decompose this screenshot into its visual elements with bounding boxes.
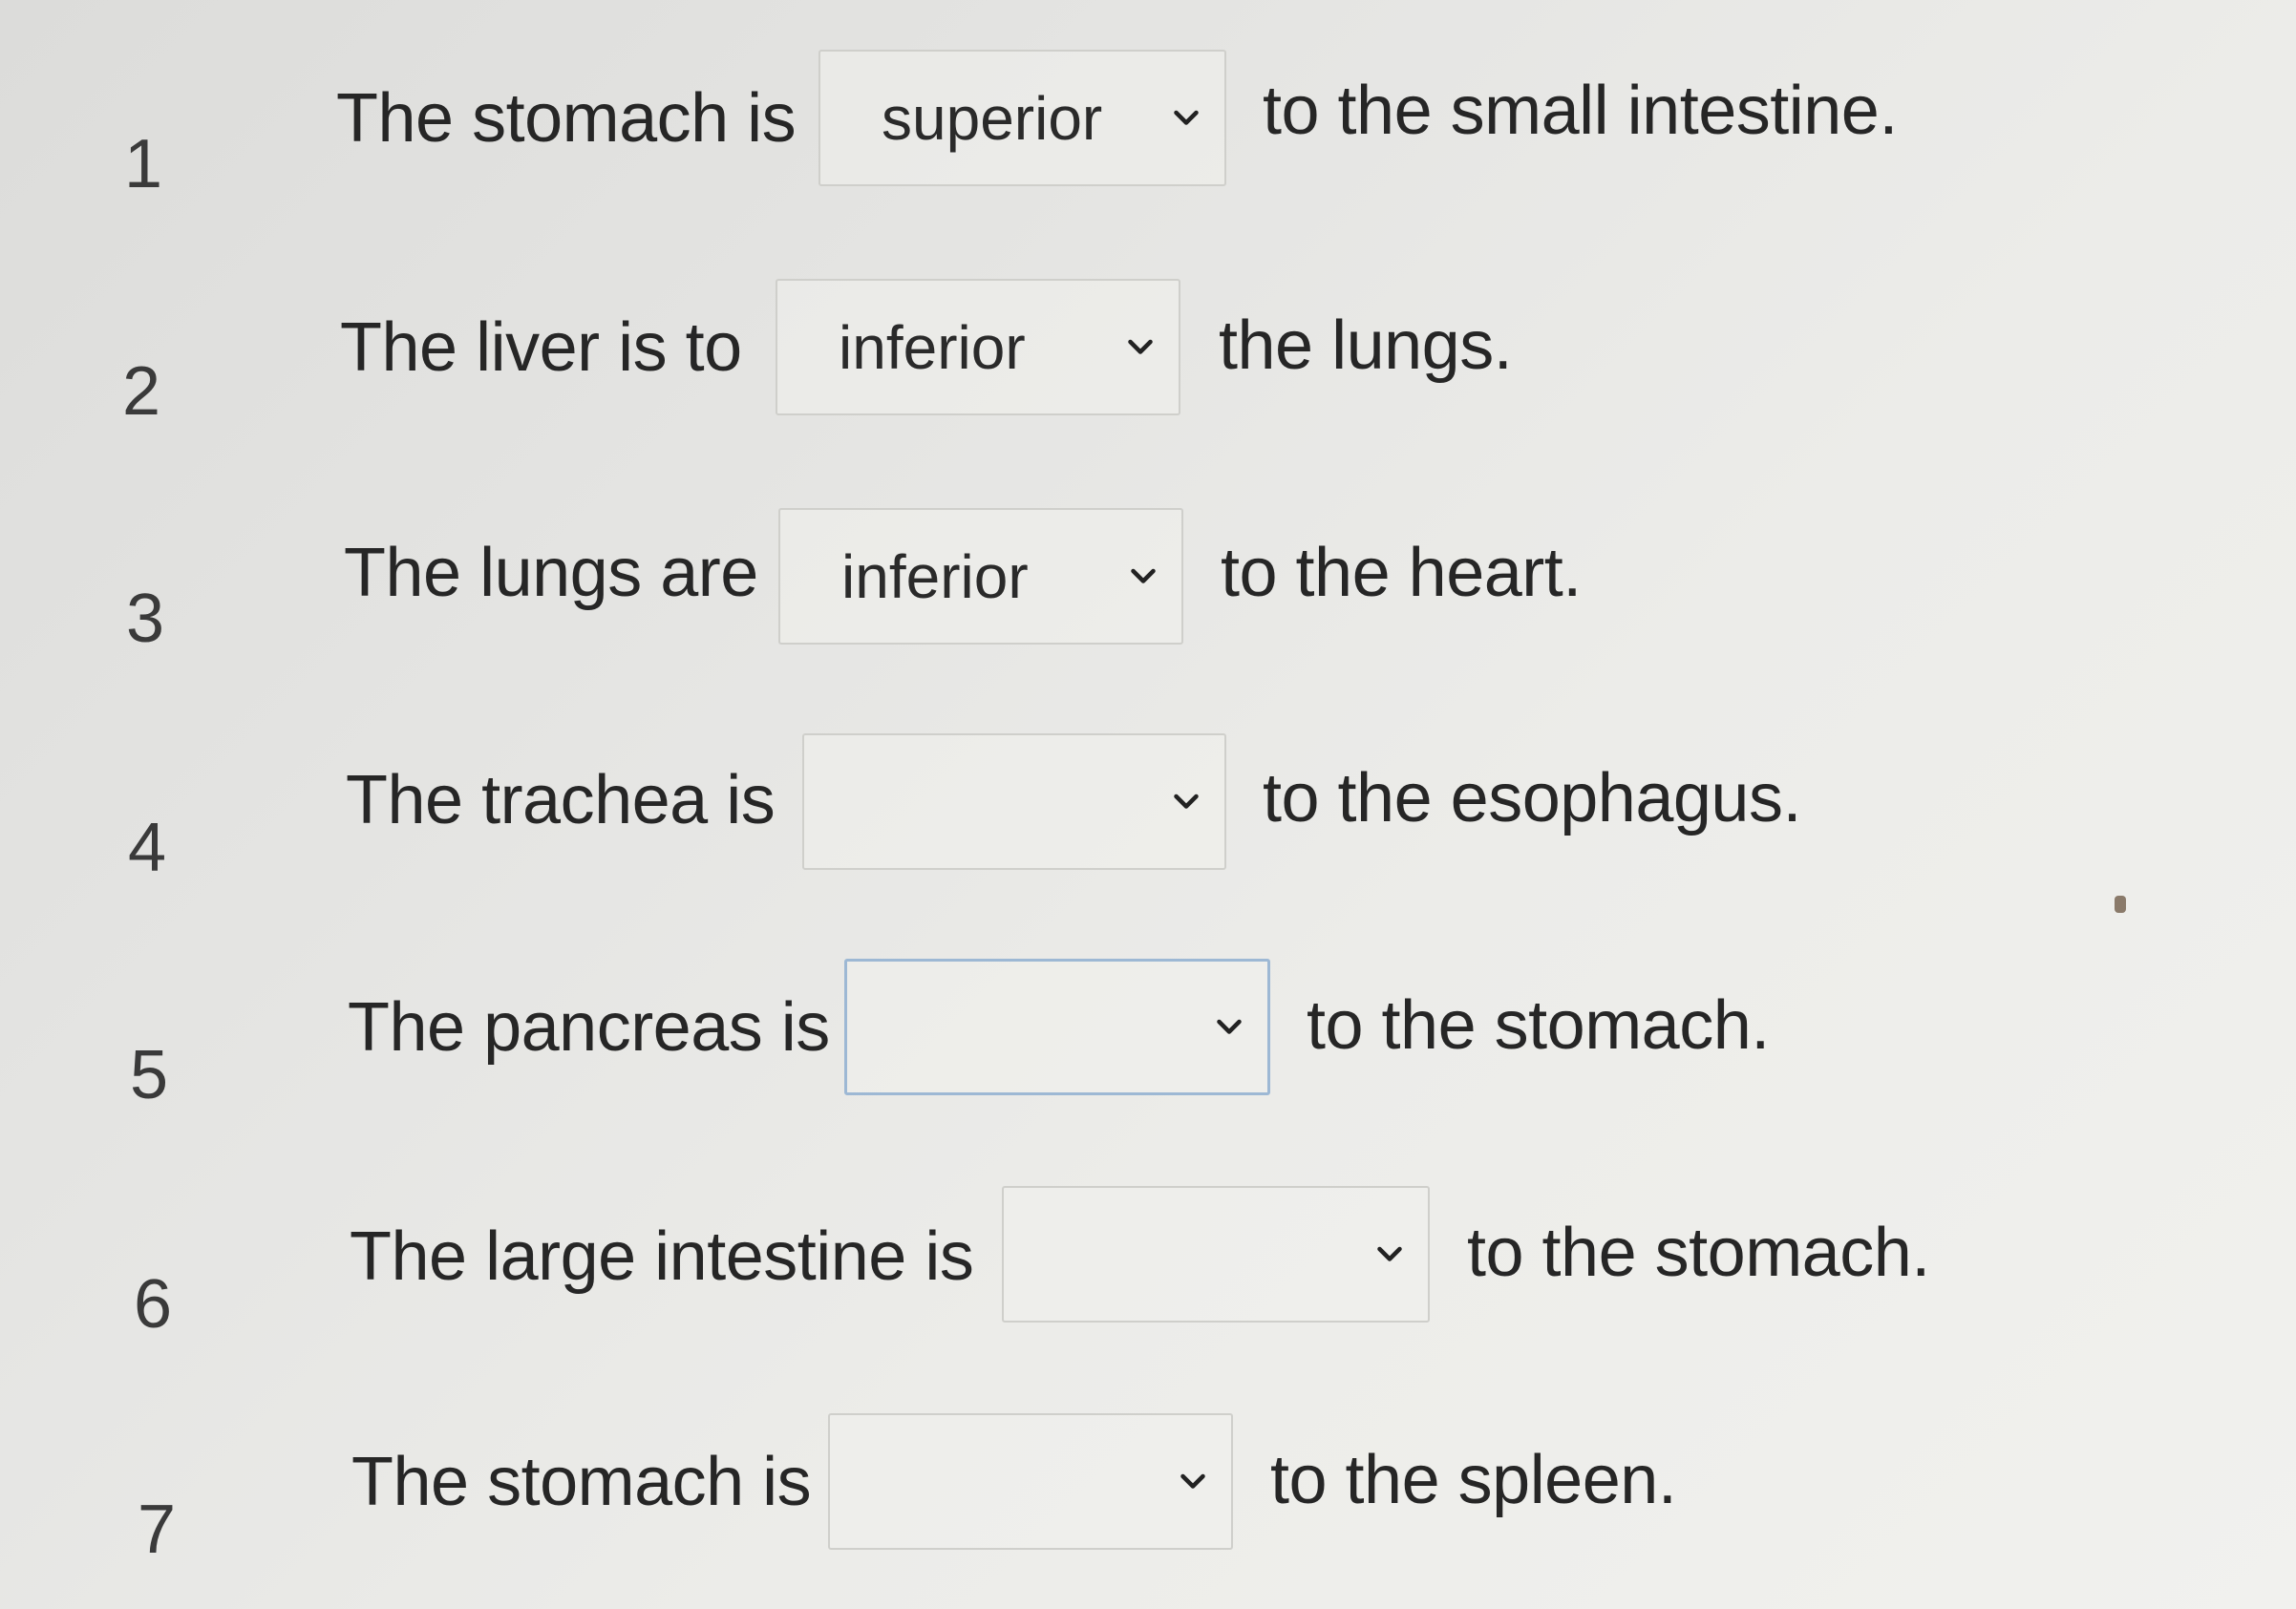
chevron-down-icon <box>1174 794 1199 809</box>
dropdown-value: inferior <box>841 541 1029 611</box>
question-prefix: The liver is to <box>340 309 742 386</box>
answer-dropdown-7[interactable] <box>828 1413 1233 1550</box>
question-suffix: to the stomach. <box>1307 987 1770 1064</box>
question-number: 3 <box>126 581 165 657</box>
question-suffix: to the heart. <box>1221 535 1582 611</box>
dropdown-value: inferior <box>839 312 1026 382</box>
question-prefix: The large intestine is <box>350 1218 974 1295</box>
question-suffix: to the esophagus. <box>1263 760 1801 836</box>
question-prefix: The lungs are <box>344 535 758 611</box>
question-number: 5 <box>130 1037 169 1113</box>
question-row-7: 7 The stomach is to the spleen. <box>0 0 2296 1564</box>
chevron-down-icon <box>1217 1019 1242 1034</box>
question-suffix: to the spleen. <box>1270 1442 1677 1518</box>
screen-speck <box>2115 896 2126 913</box>
question-prefix: The trachea is <box>346 762 776 838</box>
question-suffix: the lungs. <box>1219 307 1513 384</box>
answer-dropdown-2[interactable]: inferior <box>776 279 1180 415</box>
answer-dropdown-5[interactable] <box>844 959 1270 1095</box>
question-number: 6 <box>134 1266 173 1343</box>
question-number: 4 <box>128 810 167 886</box>
chevron-down-icon <box>1377 1246 1402 1261</box>
chevron-down-icon <box>1128 339 1153 354</box>
question-number: 2 <box>122 353 161 430</box>
question-number: 7 <box>138 1492 177 1568</box>
chevron-down-icon <box>1131 568 1156 583</box>
question-prefix: The pancreas is <box>348 989 830 1066</box>
answer-dropdown-3[interactable]: inferior <box>778 508 1183 645</box>
question-prefix: The stomach is <box>351 1444 812 1520</box>
chevron-down-icon <box>1180 1473 1205 1489</box>
answer-dropdown-4[interactable] <box>802 733 1226 870</box>
question-suffix: to the stomach. <box>1467 1215 1930 1291</box>
answer-dropdown-6[interactable] <box>1002 1186 1430 1323</box>
